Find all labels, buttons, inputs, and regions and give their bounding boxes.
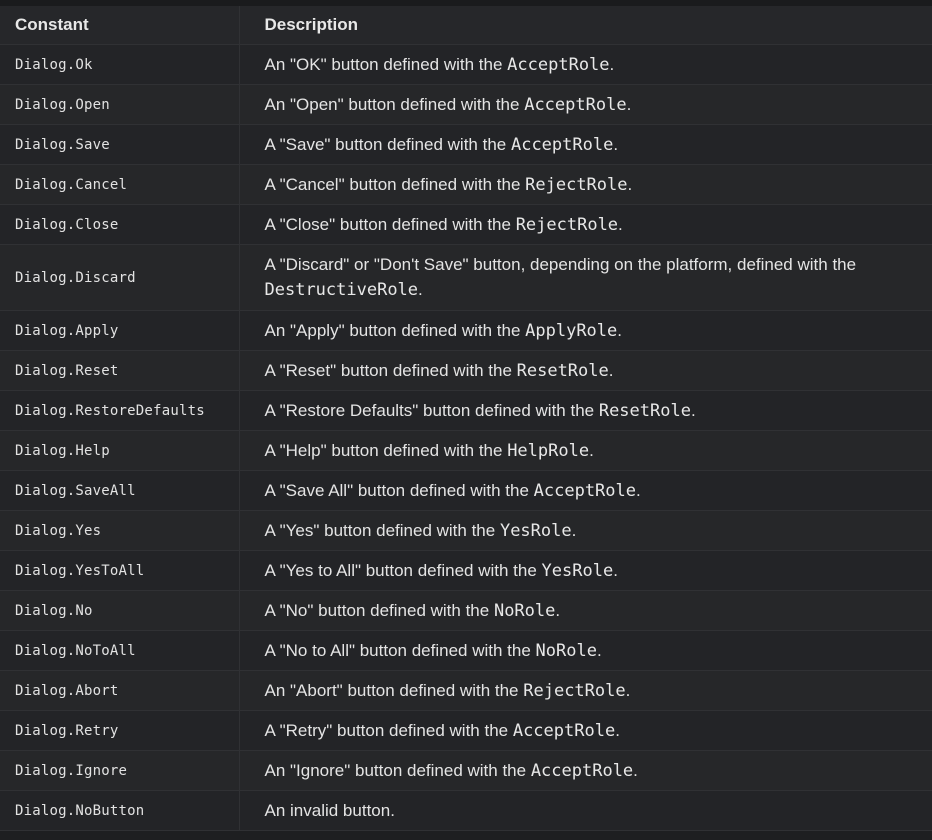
description-cell: An "Apply" button defined with the Apply… [239,310,932,351]
table-row: Dialog.Apply An "Apply" button defined wi… [0,310,932,351]
role-code: ResetRole [598,400,691,421]
description-cell: A "Close" button defined with the Reject… [239,204,932,245]
role-code: HelpRole [507,440,590,461]
constant-cell: Dialog.Help [0,430,240,471]
role-code: RejectRole [515,214,619,235]
role-code: ApplyRole [525,320,618,341]
table-row: Dialog.SaveAll A "Save All" button define… [0,470,932,511]
table-row: Dialog.Help A "Help" button defined with … [0,430,932,471]
table-header-row: Constant Description [0,6,932,45]
table-row: Dialog.NoButton An invalid button. [0,790,932,831]
role-code: NoRole [493,600,556,621]
table-row: Dialog.NoToAll A "No to All" button defin… [0,630,932,671]
description-cell: A "Help" button defined with the HelpRol… [239,430,932,471]
description-cell: A "No" button defined with the NoRole. [239,590,932,631]
constant-cell: Dialog.Retry [0,710,240,751]
table-row: Dialog.Open An "Open" button defined with… [0,84,932,125]
description-cell: A "Save All" button defined with the Acc… [239,470,932,511]
description-cell: A "Discard" or "Don't Save" button, depe… [239,244,932,311]
header-description: Description [239,6,932,45]
table-row: Dialog.Retry A "Retry" button defined wit… [0,710,932,751]
header-constant: Constant [0,6,240,45]
description-cell: A "No to All" button defined with the No… [239,630,932,671]
description-cell: An "Ignore" button defined with the Acce… [239,750,932,791]
table-row: Dialog.RestoreDefaults A "Restore Default… [0,390,932,431]
constant-cell: Dialog.Ignore [0,750,240,791]
constant-cell: Dialog.Reset [0,350,240,391]
role-code: AcceptRole [533,480,636,501]
table-row: Dialog.Reset A "Reset" button defined wit… [0,350,932,391]
description-cell: A "Reset" button defined with the ResetR… [239,350,932,391]
role-code: AcceptRole [524,94,627,115]
role-code: NoRole [535,640,597,661]
constant-cell: Dialog.Yes [0,510,240,551]
constant-cell: Dialog.SaveAll [0,470,240,511]
role-code: DestructiveRole [264,280,419,300]
constant-cell: Dialog.Save [0,124,240,165]
table-row: Dialog.YesToAll A "Yes to All" button def… [0,550,932,591]
constant-cell: Dialog.Discard [0,244,240,311]
constant-cell: Dialog.No [0,590,240,631]
description-cell: A "Yes to All" button defined with the Y… [239,550,932,591]
constant-cell: Dialog.NoToAll [0,630,240,671]
role-code: YesRole [541,560,614,581]
constant-cell: Dialog.Open [0,84,240,125]
constant-cell: Dialog.Ok [0,44,240,85]
table-row: Dialog.Ok An "OK" button defined with the… [0,44,932,85]
description-cell: A "Save" button defined with the AcceptR… [239,124,932,165]
table-row: Dialog.Discard A "Discard" or "Don't Save… [0,244,932,311]
role-code: RejectRole [523,680,626,701]
description-cell: An "Abort" button defined with the Rejec… [239,670,932,711]
table-row: Dialog.Close A "Close" button defined wit… [0,204,932,245]
role-code: RejectRole [525,174,628,195]
table-row: Dialog.No A "No" button defined with the … [0,590,932,631]
description-cell: A "Cancel" button defined with the Rejec… [239,164,932,205]
role-code: AcceptRole [530,760,634,781]
description-cell: A "Yes" button defined with the YesRole. [239,510,932,551]
role-code: YesRole [499,520,572,541]
table-row: Dialog.Cancel A "Cancel" button defined w… [0,164,932,205]
role-code: AcceptRole [510,134,614,155]
constant-cell: Dialog.Close [0,204,240,245]
description-cell: An "Open" button defined with the Accept… [239,84,932,125]
constant-cell: Dialog.Cancel [0,164,240,205]
description-cell: A "Retry" button defined with the Accept… [239,710,932,751]
constant-cell: Dialog.RestoreDefaults [0,390,240,431]
constant-cell: Dialog.Abort [0,670,240,711]
table-row: Dialog.Abort An "Abort" button defined wi… [0,670,932,711]
role-code: ResetRole [516,360,609,381]
table-row: Dialog.Ignore An "Ignore" button defined … [0,750,932,791]
description-cell: An invalid button. [239,790,932,831]
dialog-constants-table: Constant Description Dialog.Ok An "OK" bu… [0,6,932,831]
constant-cell: Dialog.YesToAll [0,550,240,591]
constant-cell: Dialog.NoButton [0,790,240,831]
role-code: AcceptRole [512,720,616,741]
table-row: Dialog.Yes A "Yes" button defined with th… [0,510,932,551]
description-cell: An "OK" button defined with the AcceptRo… [239,44,932,85]
description-cell: A "Restore Defaults" button defined with… [239,390,932,431]
constant-cell: Dialog.Apply [0,310,240,351]
table-row: Dialog.Save A "Save" button defined with … [0,124,932,165]
role-code: AcceptRole [507,54,610,75]
